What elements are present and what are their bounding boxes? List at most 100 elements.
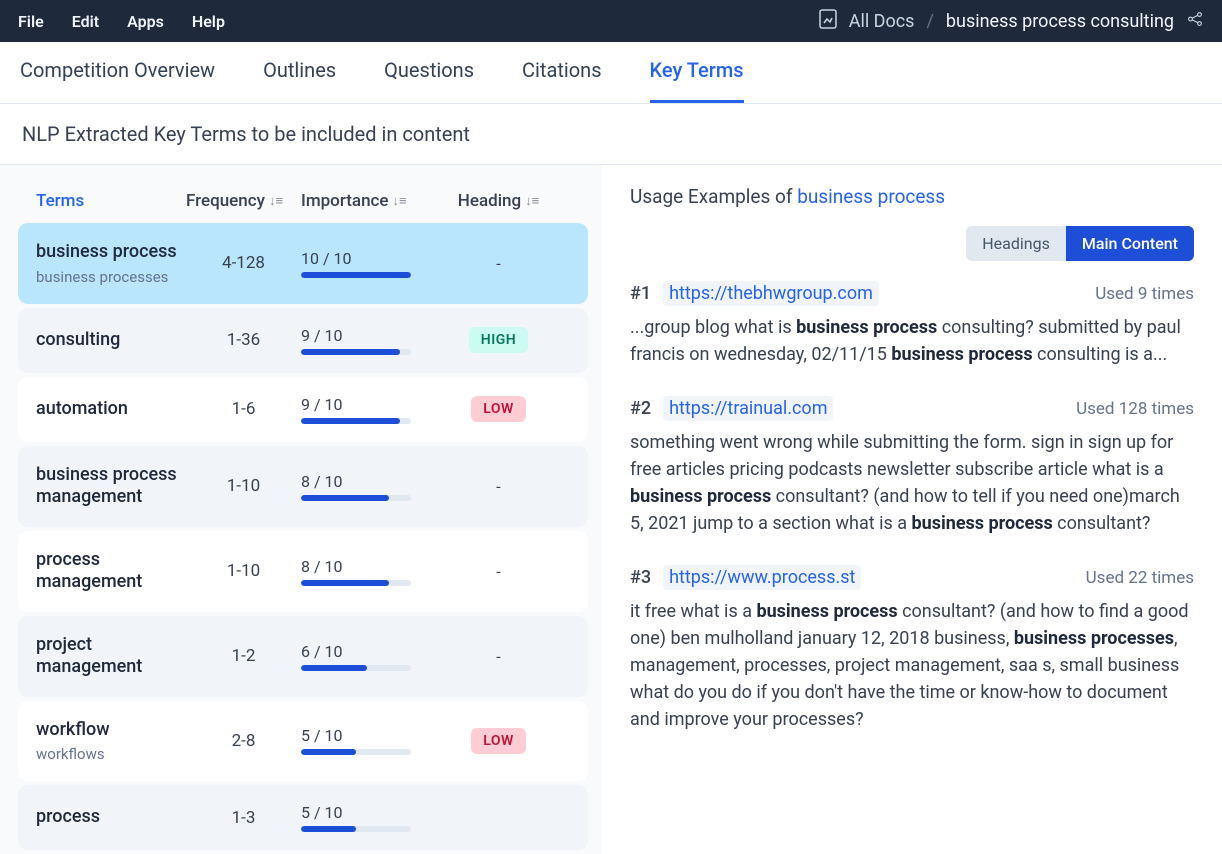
col-terms[interactable]: Terms [36, 191, 186, 211]
all-docs-link[interactable]: All Docs [849, 11, 915, 32]
example-url[interactable]: https://trainual.com [663, 396, 833, 421]
breadcrumb-separator: / [926, 11, 933, 32]
term-name: process [36, 806, 186, 829]
term-name: workflow [36, 719, 186, 742]
example-text: ...group blog what is business process c… [630, 314, 1194, 368]
frequency-cell: 1-3 [186, 808, 301, 828]
heading-cell: - [451, 254, 546, 273]
term-variant: business processes [36, 268, 186, 286]
menu-edit[interactable]: Edit [72, 12, 99, 31]
tab-outlines[interactable]: Outlines [263, 58, 336, 103]
term-cell: process [36, 806, 186, 829]
examples-list: #1https://thebhwgroup.comUsed 9 times...… [630, 281, 1194, 733]
importance-cell: 5 / 10 [301, 803, 451, 832]
importance-cell: 8 / 10 [301, 557, 451, 586]
term-row[interactable]: project management1-26 / 10- [18, 616, 588, 697]
importance-label: 5 / 10 [301, 726, 451, 745]
terms-panel: Terms Frequency↓≡ Importance↓≡ Heading↓≡… [0, 165, 602, 854]
importance-bar [301, 580, 411, 586]
frequency-cell: 1-6 [186, 399, 301, 419]
tab-citations[interactable]: Citations [522, 58, 601, 103]
importance-label: 6 / 10 [301, 642, 451, 661]
usage-title: Usage Examples of business process [630, 185, 1194, 208]
importance-bar [301, 749, 411, 755]
example-item: #3https://www.process.stUsed 22 timesit … [630, 565, 1194, 733]
col-heading[interactable]: Heading↓≡ [451, 191, 546, 211]
heading-badge-low: LOW [471, 728, 526, 754]
page-subtitle: NLP Extracted Key Terms to be included i… [0, 104, 1222, 165]
term-row[interactable]: consulting1-369 / 10HIGH [18, 308, 588, 373]
term-row[interactable]: process management1-108 / 10- [18, 531, 588, 612]
example-header: #3 https://www.process.st Used 22 times [630, 565, 1194, 590]
term-row[interactable]: automation1-69 / 10 LOW [18, 377, 588, 442]
heading-badge-low: LOW [471, 396, 526, 422]
importance-bar [301, 272, 411, 278]
term-cell: workflow workflows [36, 719, 186, 764]
tab-questions[interactable]: Questions [384, 58, 474, 103]
heading-cell: LOW [451, 396, 546, 422]
importance-cell: 5 / 10 [301, 726, 451, 755]
col-frequency[interactable]: Frequency↓≡ [186, 191, 301, 211]
importance-cell: 9 / 10 [301, 395, 451, 424]
top-bar: File Edit Apps Help All Docs / business … [0, 0, 1222, 42]
toggle-main-content[interactable]: Main Content [1066, 226, 1194, 261]
example-count: Used 128 times [1076, 399, 1194, 419]
tab-key-terms[interactable]: Key Terms [650, 58, 744, 103]
example-text: something went wrong while submitting th… [630, 429, 1194, 537]
example-rank: #1 [630, 283, 651, 304]
heading-cell: - [451, 477, 546, 496]
term-row[interactable]: business processbusiness processes4-1281… [18, 223, 588, 304]
usage-keyword: business process [797, 185, 945, 208]
document-title: business process consulting [946, 11, 1174, 32]
importance-label: 8 / 10 [301, 472, 451, 491]
col-importance[interactable]: Importance↓≡ [301, 191, 451, 211]
frequency-cell: 1-10 [186, 476, 301, 496]
term-name: business process [36, 241, 186, 264]
importance-bar [301, 495, 411, 501]
example-header: #1https://thebhwgroup.comUsed 9 times [630, 281, 1194, 306]
term-cell: business process business processes [36, 241, 186, 286]
importance-cell: 9 / 10 [301, 326, 451, 355]
main-menu: File Edit Apps Help [18, 12, 225, 31]
term-row[interactable]: business process management1-108 / 10- [18, 446, 588, 527]
term-cell: automation [36, 398, 186, 421]
toggle-headings[interactable]: Headings [966, 226, 1066, 261]
example-rank: #2 [630, 398, 651, 419]
sort-icon: ↓≡ [269, 193, 283, 209]
example-rank: #3 [630, 567, 651, 588]
importance-bar [301, 826, 411, 832]
importance-label: 9 / 10 [301, 395, 451, 414]
tab-bar: Competition Overview Outlines Questions … [0, 42, 1222, 104]
term-cell: process management [36, 549, 186, 594]
share-icon[interactable] [1186, 10, 1204, 33]
term-variant: workflows [36, 745, 186, 763]
content-toggle: Headings Main Content [630, 226, 1194, 261]
term-row[interactable]: workflow workflows2-85 / 10 LOW [18, 701, 588, 782]
term-cell: business process management [36, 464, 186, 509]
heading-cell: LOW [451, 728, 546, 754]
example-url[interactable]: https://www.process.st [663, 565, 861, 590]
importance-label: 8 / 10 [301, 557, 451, 576]
importance-label: 9 / 10 [301, 326, 451, 345]
menu-apps[interactable]: Apps [127, 12, 164, 31]
frequency-cell: 4-128 [186, 253, 301, 273]
importance-cell: 8 / 10 [301, 472, 451, 501]
tab-competition-overview[interactable]: Competition Overview [20, 58, 215, 103]
doc-icon [819, 9, 837, 34]
importance-bar [301, 665, 411, 671]
example-count: Used 22 times [1086, 568, 1194, 588]
frequency-cell: 2-8 [186, 731, 301, 751]
menu-help[interactable]: Help [192, 12, 225, 31]
example-url[interactable]: https://thebhwgroup.com [663, 281, 879, 306]
term-name: project management [36, 634, 186, 679]
example-header: #2 https://trainual.com Used 128 times [630, 396, 1194, 421]
sort-icon: ↓≡ [393, 193, 407, 209]
menu-file[interactable]: File [18, 12, 44, 31]
frequency-cell: 1-10 [186, 561, 301, 581]
term-row[interactable]: process1-35 / 10 [18, 785, 588, 850]
term-cell: project management [36, 634, 186, 679]
term-name: consulting [36, 329, 186, 352]
examples-panel: Usage Examples of business process Headi… [602, 165, 1222, 854]
breadcrumb: All Docs / business process consulting [819, 9, 1204, 34]
heading-cell: - [451, 647, 546, 666]
